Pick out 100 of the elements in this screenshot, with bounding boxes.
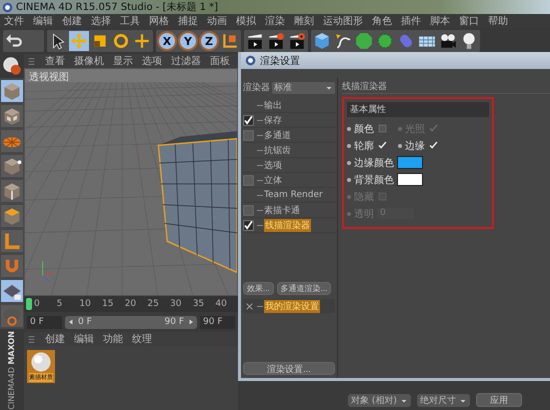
flower-icon[interactable] bbox=[375, 31, 395, 51]
textured-cube-icon[interactable] bbox=[1, 105, 23, 127]
tick-label: 30 bbox=[170, 299, 182, 309]
menu-item[interactable]: 渲染 bbox=[265, 14, 285, 28]
menu-item[interactable]: 窗口 bbox=[459, 14, 479, 28]
dialog-button[interactable]: 多通道渲染... bbox=[276, 282, 332, 295]
apply-button[interactable]: 应用 bbox=[476, 393, 522, 407]
option-label: 轮廓 bbox=[354, 140, 374, 152]
menu-item[interactable]: 显示 bbox=[113, 54, 133, 68]
keyframe-dot-icon[interactable] bbox=[347, 212, 351, 216]
range-slider[interactable]: 0 F 90 F bbox=[65, 316, 197, 328]
dialog-button[interactable]: 效果... bbox=[243, 282, 274, 295]
keyframe-dot-icon[interactable] bbox=[347, 160, 351, 164]
menu-item[interactable]: 摄像机 bbox=[74, 54, 104, 68]
panel-title: 线描渲染器 bbox=[342, 80, 550, 94]
settings-list-item[interactable]: Team Render bbox=[264, 190, 323, 200]
logo-text: CINEMA4D bbox=[7, 367, 17, 410]
tick-label: 15 bbox=[102, 299, 114, 309]
menu-item[interactable]: 文件 bbox=[4, 14, 24, 28]
range-end-label: 90 F bbox=[164, 317, 185, 327]
menu-item[interactable]: 运动图形 bbox=[323, 14, 363, 28]
settings-list-item[interactable]: 抗锯齿 bbox=[264, 144, 291, 156]
menu-item[interactable]: 网格 bbox=[149, 14, 169, 28]
sphere-gear-icon[interactable] bbox=[2, 56, 22, 76]
option-label: 颜色 bbox=[354, 122, 374, 136]
keyframe-dot-icon[interactable] bbox=[347, 194, 351, 198]
menu-item[interactable]: 角色 bbox=[372, 14, 392, 28]
keyframe-dot-icon[interactable] bbox=[347, 126, 351, 130]
right-arrow-icon bbox=[187, 318, 195, 326]
settings-list-item[interactable]: 保存 bbox=[264, 114, 282, 126]
tick-label: 40 bbox=[215, 299, 228, 309]
frame-field[interactable]: 90 F bbox=[200, 316, 235, 328]
timeline-ruler[interactable]: 0 5 10 15 20 25 30 35 40 bbox=[24, 296, 238, 312]
renderer-dropdown[interactable]: 标准 bbox=[272, 82, 335, 94]
menu-item[interactable]: 功能 bbox=[103, 332, 123, 346]
keyframe-dot-icon[interactable] bbox=[398, 126, 402, 130]
settings-list-item[interactable]: 多通道 bbox=[264, 128, 291, 142]
viewport-label: 透视视图 bbox=[29, 70, 69, 84]
checkbox[interactable] bbox=[243, 174, 254, 186]
dropdown[interactable]: 绝对尺寸 bbox=[416, 394, 470, 407]
sphere-icon bbox=[30, 351, 52, 373]
settings-list-item[interactable]: 选项 bbox=[264, 158, 282, 172]
dropdown[interactable]: 对象 (相对) bbox=[348, 394, 411, 407]
tick-label: 5 bbox=[56, 299, 64, 309]
settings-list-item[interactable]: 素描卡通 bbox=[264, 204, 300, 216]
checkbox[interactable] bbox=[243, 220, 254, 230]
preset-item[interactable]: 我的渲染设置 bbox=[264, 300, 320, 312]
menu-item[interactable]: 过滤器 bbox=[171, 54, 201, 68]
dialog-title: 渲染设置 bbox=[260, 54, 300, 68]
settings-list-item[interactable]: 立体 bbox=[264, 174, 282, 186]
menu-item[interactable]: 模拟 bbox=[236, 14, 256, 28]
menu-item[interactable]: 编辑 bbox=[74, 332, 94, 346]
menu-item[interactable]: 面板 bbox=[210, 54, 230, 68]
menu-item[interactable]: 雕刻 bbox=[294, 14, 314, 28]
keyframe-dot-icon[interactable] bbox=[398, 144, 402, 148]
section-header: 基本属性 bbox=[347, 102, 489, 117]
checkbox[interactable] bbox=[243, 130, 254, 140]
menu-item[interactable]: 帮助 bbox=[488, 14, 508, 28]
axis-button[interactable]: Z bbox=[199, 31, 219, 51]
color-swatch[interactable] bbox=[397, 156, 423, 169]
playhead-handle[interactable] bbox=[26, 298, 32, 310]
axis-button[interactable]: Y bbox=[178, 31, 198, 51]
grip-icon bbox=[27, 334, 36, 344]
menu-item[interactable]: 选项 bbox=[142, 54, 162, 68]
render-settings-button[interactable]: 渲染设置... bbox=[243, 362, 335, 375]
menu-item[interactable]: 插件 bbox=[401, 14, 421, 28]
option-label: 边缘颜色 bbox=[354, 156, 394, 170]
menu-item[interactable]: 创建 bbox=[45, 332, 65, 346]
color-swatch[interactable] bbox=[397, 173, 423, 186]
menu-item[interactable]: 动画 bbox=[207, 14, 227, 28]
checkbox[interactable] bbox=[243, 114, 254, 126]
keyframe-dot-icon[interactable] bbox=[347, 144, 351, 148]
menu-item[interactable]: 捕捉 bbox=[178, 14, 198, 28]
frame-field[interactable]: 0 F bbox=[27, 316, 62, 328]
menu-item[interactable]: 创建 bbox=[62, 14, 82, 28]
window-title: CINEMA 4D R15.057 Studio - [未标题 1 *] bbox=[16, 0, 218, 14]
option-label: 背景颜色 bbox=[354, 174, 394, 186]
checkbox[interactable] bbox=[243, 204, 254, 216]
menu-item[interactable]: 工具 bbox=[120, 14, 140, 28]
point-cube-icon[interactable] bbox=[1, 155, 23, 177]
menu-item[interactable]: 纹理 bbox=[132, 332, 152, 346]
grid-lock-icon[interactable] bbox=[1, 280, 23, 302]
logo-text: MAXON bbox=[7, 330, 17, 364]
keyframe-dot-icon[interactable] bbox=[347, 178, 351, 182]
grip-icon bbox=[27, 56, 36, 66]
menu-item[interactable]: 选择 bbox=[91, 14, 111, 28]
checkbox[interactable] bbox=[377, 140, 388, 151]
menu-item[interactable]: 编辑 bbox=[33, 14, 53, 28]
octagon-icon[interactable] bbox=[354, 31, 374, 51]
axis-button[interactable]: X bbox=[157, 31, 177, 51]
menu-item[interactable]: 脚本 bbox=[430, 14, 450, 28]
checkbox[interactable] bbox=[377, 123, 388, 134]
menu-item[interactable]: 查看 bbox=[45, 54, 65, 68]
settings-list-item[interactable]: 输出 bbox=[264, 98, 282, 112]
checkbox[interactable] bbox=[428, 140, 439, 151]
settings-list-item[interactable]: 线描渲染器 bbox=[264, 218, 311, 232]
axis-corner-icon[interactable] bbox=[1, 230, 23, 252]
polygon-cube-icon[interactable] bbox=[1, 205, 23, 227]
rotate-icon[interactable] bbox=[111, 31, 131, 51]
edge-cube-icon[interactable] bbox=[1, 180, 23, 202]
